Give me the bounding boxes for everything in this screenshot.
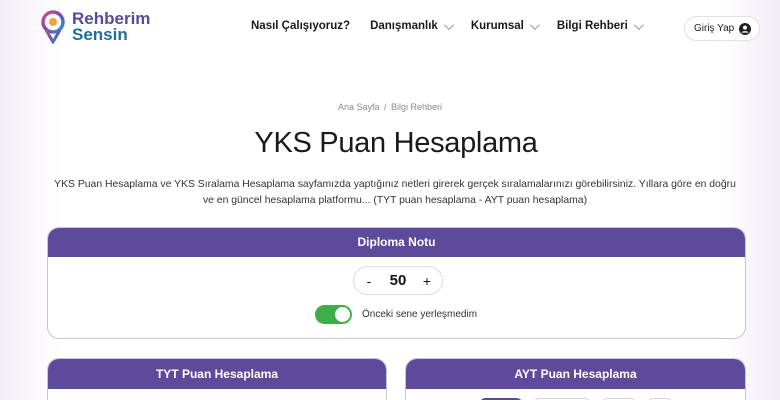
decrement-button[interactable]: -: [364, 273, 374, 289]
increment-button[interactable]: +: [422, 273, 432, 289]
breadcrumb-separator: /: [383, 102, 387, 112]
nav-item-consulting[interactable]: Danışmanlık: [370, 19, 454, 32]
brand-name: Rehberim Sensin: [72, 10, 150, 44]
tyt-card: TYT Puan Hesaplama: [47, 358, 387, 400]
brand-line-2: Sensin: [72, 25, 128, 44]
previous-year-toggle[interactable]: [315, 305, 352, 324]
ayt-card: AYT Puan Hesaplama: [405, 358, 746, 400]
diploma-score-value[interactable]: 50: [390, 272, 407, 289]
chevron-down-icon: [443, 19, 454, 30]
diploma-card-title: Diploma Notu: [48, 228, 745, 257]
logo-pin-icon: [41, 10, 65, 44]
nav-item-label: Bilgi Rehberi: [556, 20, 628, 32]
toggle-knob: [335, 307, 350, 322]
nav-item-how-it-works[interactable]: Nasıl Çalışıyoruz?: [251, 20, 350, 32]
login-label: Giriş Yap: [694, 23, 735, 34]
nav-item-corporate[interactable]: Kurumsal: [470, 19, 540, 32]
previous-year-toggle-label: Önceki sene yerleşmedim: [362, 309, 478, 320]
nav-item-info-guide[interactable]: Bilgi Rehberi: [556, 19, 644, 32]
previous-year-toggle-row: Önceki sene yerleşmedim: [315, 305, 477, 324]
chevron-down-icon: [633, 19, 644, 30]
diploma-score-stepper: - 50 +: [353, 266, 443, 295]
diploma-card: Diploma Notu - 50 + Önceki sene yerleşme…: [47, 227, 746, 339]
nav-item-label: Danışmanlık: [370, 20, 438, 32]
page-intro: YKS Puan Hesaplama ve YKS Sıralama Hesap…: [54, 179, 736, 206]
tyt-card-title: TYT Puan Hesaplama: [48, 359, 386, 389]
chevron-down-icon: [529, 19, 540, 30]
nav-item-label: Kurumsal: [470, 20, 524, 32]
breadcrumb: Ana Sayfa / Bilgi Rehberi: [0, 102, 780, 112]
site-header: Rehberim Sensin Nasıl Çalışıyoruz? Danış…: [0, 0, 780, 58]
ayt-card-title: AYT Puan Hesaplama: [406, 359, 745, 389]
breadcrumb-current[interactable]: Bilgi Rehberi: [391, 102, 442, 112]
brand-logo[interactable]: Rehberim Sensin: [40, 10, 150, 44]
user-circle-icon: [739, 22, 752, 35]
nav-item-label: Nasıl Çalışıyoruz?: [251, 20, 351, 32]
page-title: YKS Puan Hesaplama: [254, 127, 538, 159]
main-nav: Nasıl Çalışıyoruz? Danışmanlık Kurumsal …: [251, 19, 661, 32]
breadcrumb-home[interactable]: Ana Sayfa: [338, 102, 380, 112]
login-button[interactable]: Giriş Yap: [684, 16, 761, 41]
